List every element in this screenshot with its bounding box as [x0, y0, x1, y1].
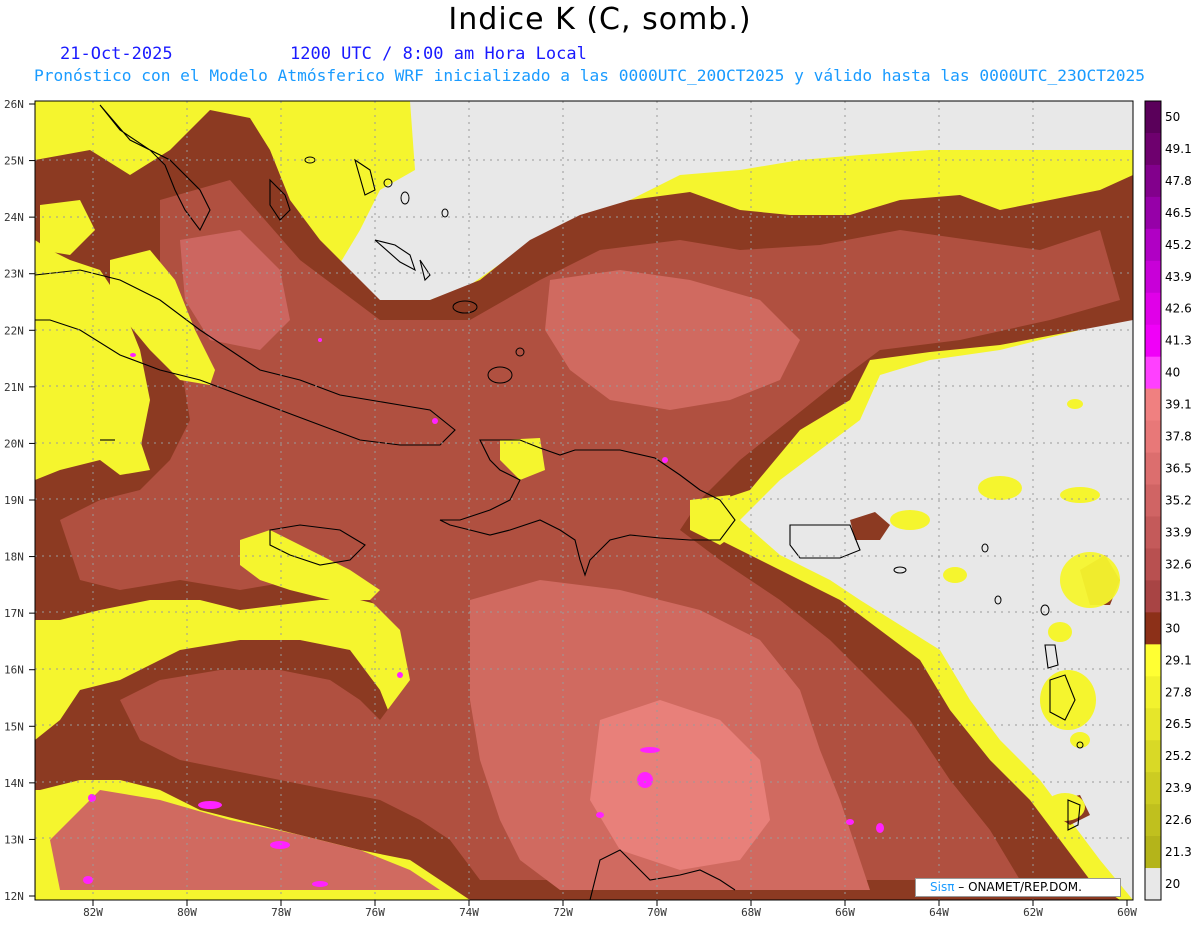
longitude-label: 76W: [365, 906, 385, 919]
colorbar-label: 49.1: [1165, 142, 1192, 156]
latitude-label: 14N: [4, 777, 24, 790]
latitude-labels: 26N 25N 24N 23N 22N 21N 20N 19N 18N 17N 16N 15N 14N 1…: [4, 98, 35, 903]
colorbar-swatch: [1145, 676, 1161, 709]
longitude-label: 72W: [553, 906, 573, 919]
credit-box: Sisπ – ONAMET/REP.DOM.: [915, 878, 1121, 897]
colorbar-swatch: [1145, 164, 1161, 198]
yellow-blob: [1040, 670, 1096, 730]
colorbar-label: 47.8: [1165, 174, 1192, 188]
colorbar-label: 25.2: [1165, 749, 1192, 763]
yellow-blob: [1048, 622, 1072, 642]
colorbar-swatch: [1145, 292, 1161, 326]
colorbar-swatch: [1145, 612, 1161, 645]
colorbar-label: 42.6: [1165, 302, 1192, 316]
colorbar-swatch: [1145, 868, 1161, 901]
colorbar-swatch: [1145, 132, 1161, 166]
colorbar-swatch: [1145, 228, 1161, 262]
longitude-label: 80W: [177, 906, 197, 919]
colorbar-label: 40: [1165, 366, 1180, 380]
longitude-label: 82W: [83, 906, 103, 919]
colorbar-swatch: [1145, 420, 1161, 454]
latitude-label: 13N: [4, 833, 24, 846]
colorbar-label: 46.5: [1165, 206, 1192, 220]
latitude-label: 21N: [4, 381, 24, 394]
colorbar-label: 23.9: [1165, 781, 1192, 795]
colorbar-swatch: [1145, 196, 1161, 230]
longitude-label: 62W: [1023, 906, 1043, 919]
latitude-label: 18N: [4, 551, 24, 564]
credit-text: – ONAMET/REP.DOM.: [958, 880, 1082, 894]
yellow-blob: [1060, 487, 1100, 503]
colorbar-swatch: [1145, 804, 1161, 837]
sispi-logo: Sisπ: [930, 880, 955, 894]
colorbar-label: 33.9: [1165, 525, 1192, 539]
colorbar-label: 20: [1165, 877, 1180, 891]
colorbar-label: 29.1: [1165, 653, 1192, 667]
yellow-blob: [1070, 732, 1090, 748]
colorbar-swatch: [1145, 708, 1161, 741]
colorbar-label: 43.9: [1165, 270, 1192, 284]
yellow-blob: [1067, 399, 1083, 409]
colorbar-swatch: [1145, 548, 1161, 581]
longitude-label: 66W: [835, 906, 855, 919]
colorbar-label: 39.1: [1165, 398, 1192, 412]
longitude-label: 70W: [647, 906, 667, 919]
colorbar-swatch: [1145, 836, 1161, 869]
colorbar-swatch: [1145, 356, 1161, 390]
colorbar-label: 22.6: [1165, 813, 1192, 827]
latitude-label: 24N: [4, 211, 24, 224]
yellow-blob: [890, 510, 930, 530]
colorbar-swatch: [1145, 484, 1161, 517]
yellow-blob: [1060, 552, 1120, 608]
colorbar-swatch: [1145, 740, 1161, 773]
longitude-labels: 82W 80W 78W 76W 74W 72W 70W 68W 66W 64W 62W 60W: [83, 900, 1137, 919]
latitude-label: 23N: [4, 268, 24, 281]
latitude-label: 26N: [4, 98, 24, 111]
latitude-label: 20N: [4, 437, 24, 450]
colorbar-swatch: [1145, 452, 1161, 486]
colorbar-label: 26.5: [1165, 717, 1192, 731]
colorbar-label: 37.8: [1165, 430, 1192, 444]
k-index-field: [35, 101, 1133, 900]
latitude-label: 19N: [4, 494, 24, 507]
colorbar-label: 41.3: [1165, 334, 1192, 348]
latitude-label: 16N: [4, 664, 24, 677]
colorbar-swatch: [1145, 516, 1161, 549]
latitude-label: 12N: [4, 890, 24, 903]
colorbar-swatch: [1145, 644, 1161, 677]
colorbar-swatch: [1145, 772, 1161, 805]
longitude-label: 64W: [929, 906, 949, 919]
longitude-label: 74W: [459, 906, 479, 919]
colorbar-label: 45.2: [1165, 238, 1192, 252]
colorbar-label: 50: [1165, 110, 1180, 124]
colorbar-label: 36.5: [1165, 462, 1192, 476]
yellow-blob: [943, 567, 967, 583]
colorbar-label: 32.6: [1165, 557, 1192, 571]
longitude-label: 68W: [741, 906, 761, 919]
map-canvas: 26N 25N 24N 23N 22N 21N 20N 19N 18N 17N 16N 15N 14N 1…: [4, 98, 1192, 919]
latitude-label: 22N: [4, 324, 24, 337]
latitude-label: 17N: [4, 607, 24, 620]
latitude-label: 15N: [4, 720, 24, 733]
colorbar-swatch: [1145, 324, 1161, 358]
latitude-label: 25N: [4, 155, 24, 168]
colorbar-label: 27.8: [1165, 685, 1192, 699]
colorbar-label: 30: [1165, 621, 1180, 635]
longitude-label: 78W: [271, 906, 291, 919]
colorbar-label: 21.3: [1165, 845, 1192, 859]
colorbar-swatch: [1145, 260, 1161, 294]
colorbar-swatch: [1145, 580, 1161, 613]
colorbar-label: 31.3: [1165, 589, 1192, 603]
yellow-blob: [978, 476, 1022, 500]
colorbar-label: 35.2: [1165, 494, 1192, 508]
colorbar: 50 49.1 47.8 46.5 45.2 43.9 42.6 41.3 40 39.1 37.8…: [1144, 100, 1192, 901]
colorbar-swatch: [1145, 388, 1161, 422]
colorbar-swatch: [1145, 101, 1161, 134]
longitude-label: 60W: [1117, 906, 1137, 919]
